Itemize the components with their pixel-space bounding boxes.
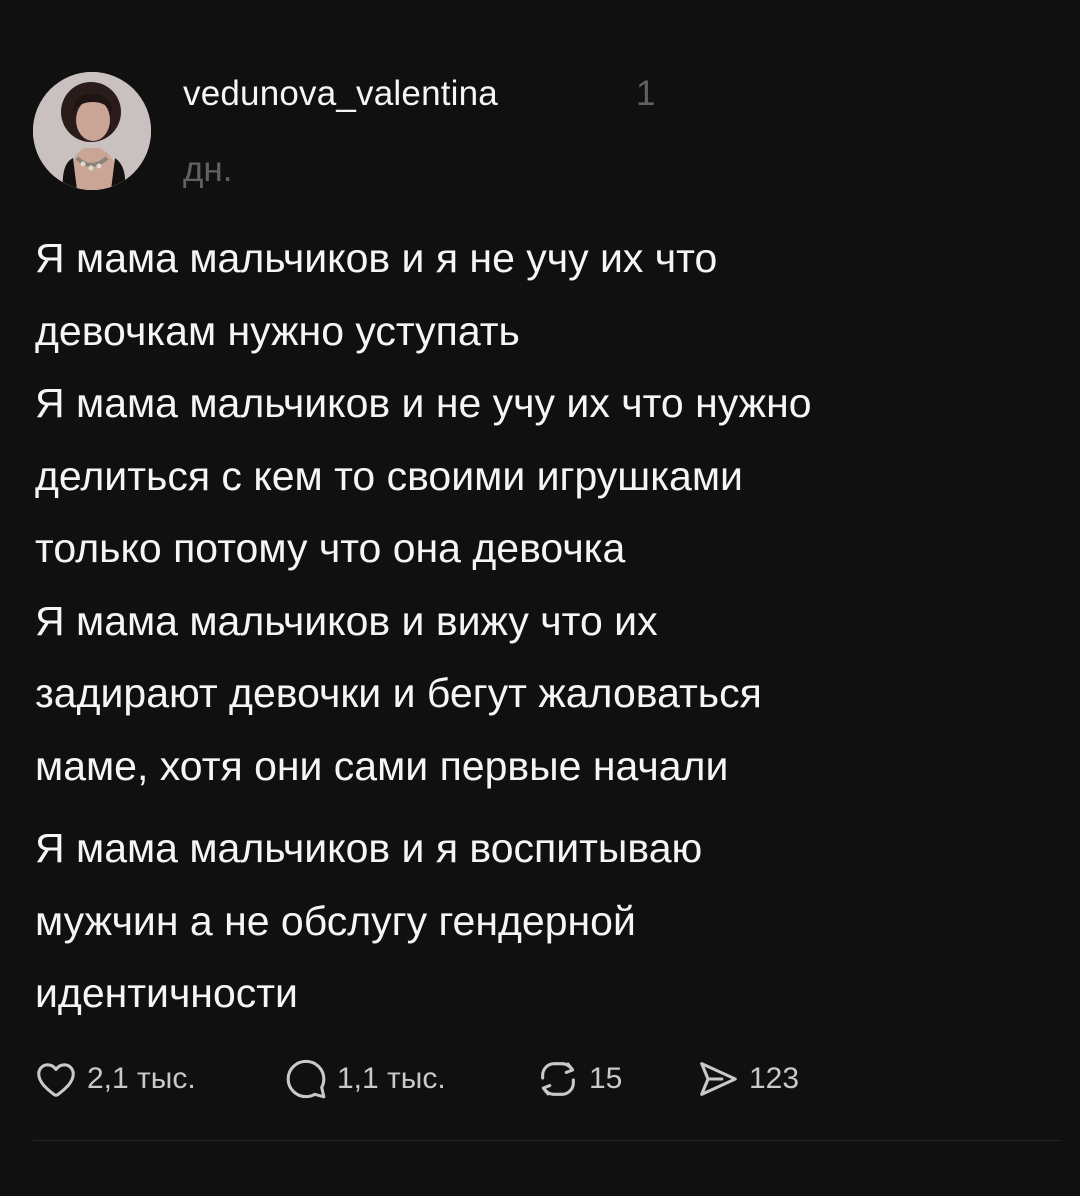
heart-icon	[37, 1063, 75, 1097]
like-button[interactable]: 2,1 тыс.	[33, 1054, 196, 1104]
repost-icon	[541, 1062, 575, 1096]
action-bar: 2,1 тыс. 1,1 тыс. 15 123	[33, 1054, 1033, 1104]
thread-post: vedunova_valentina 1 дн. Я мама мальчико…	[0, 0, 1080, 1196]
avatar-photo	[33, 72, 151, 190]
username[interactable]: vedunova_valentina	[183, 74, 498, 114]
repost-button[interactable]: 15	[535, 1054, 622, 1104]
send-icon	[700, 1062, 737, 1096]
text-line: задирают девочки и бегут жаловаться	[35, 670, 762, 716]
comment-icon	[286, 1059, 326, 1099]
divider	[33, 1140, 1060, 1141]
post-paragraph: Я мама мальчиков и я не учу их что девоч…	[35, 222, 1045, 802]
text-line: только потому что она девочка	[35, 525, 626, 571]
share-button[interactable]: 123	[695, 1054, 799, 1104]
reply-count: 1,1 тыс.	[337, 1062, 446, 1095]
post-text: Я мама мальчиков и я не учу их что девоч…	[35, 222, 1045, 1030]
text-line: девочкам нужно уступать	[35, 307, 520, 354]
text-line: идентичности	[35, 970, 298, 1016]
text-line: маме, хотя они сами первые начали	[35, 742, 729, 789]
text-line: Я мама мальчиков и вижу что их	[35, 597, 658, 644]
post-time-value: 1	[636, 74, 656, 113]
avatar[interactable]	[33, 72, 151, 190]
text-line: делиться с кем то своими игрушками	[35, 452, 743, 499]
text-line: Я мама мальчиков и я не учу их что	[35, 235, 718, 281]
post-paragraph: Я мама мальчиков и я воспитываю мужчин а…	[35, 812, 1045, 1030]
reply-button[interactable]: 1,1 тыс.	[283, 1054, 446, 1104]
text-line: Я мама мальчиков и не учу их что нужно	[35, 380, 812, 426]
like-count: 2,1 тыс.	[87, 1062, 196, 1095]
repost-count: 15	[589, 1062, 623, 1095]
share-count: 123	[749, 1062, 800, 1095]
text-line: мужчин а не обслугу гендерной	[35, 897, 636, 944]
post-time-unit: дн.	[183, 150, 233, 189]
text-line: Я мама мальчиков и я воспитываю	[35, 825, 703, 871]
